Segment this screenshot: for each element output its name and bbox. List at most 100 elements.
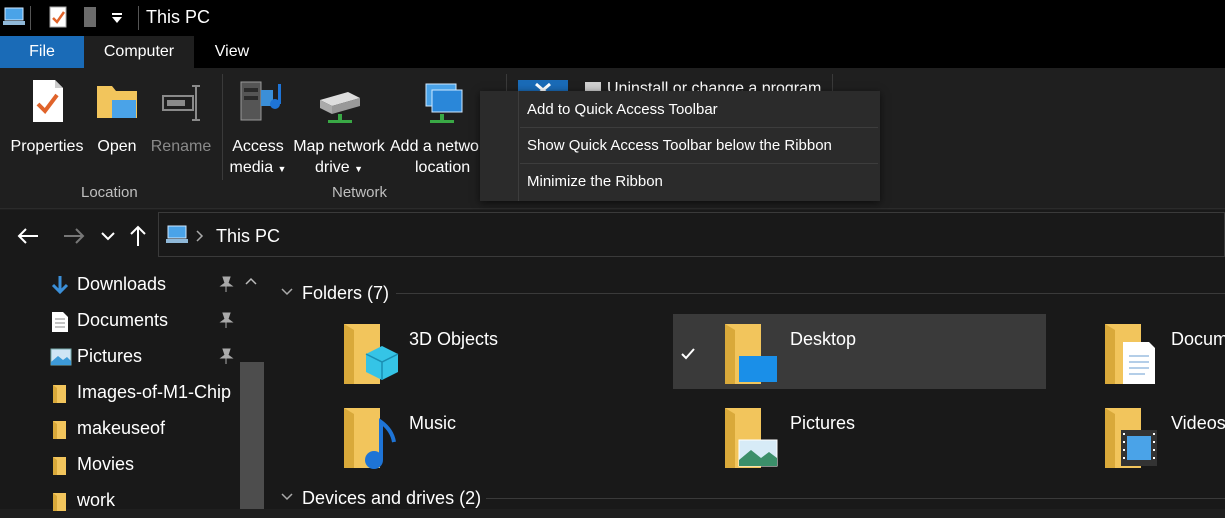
properties-icon[interactable]	[49, 6, 67, 28]
pictures-icon	[50, 348, 72, 366]
folder-tile-documents[interactable]: Docum	[1053, 314, 1225, 388]
folders-section-header[interactable]: Folders (7)	[302, 283, 389, 304]
tab-view[interactable]: View	[194, 36, 270, 68]
this-pc-icon	[166, 225, 188, 243]
group-divider	[222, 74, 223, 180]
add-network-location-button[interactable]: Add a netwo location	[390, 78, 482, 178]
chevron-down-icon[interactable]	[100, 230, 116, 242]
folder-name: Desktop	[790, 329, 857, 349]
rename-button[interactable]: Rename	[148, 78, 214, 157]
sidebar-item-images-of-m1-chip[interactable]: Images-of-M1-Chip	[0, 376, 240, 410]
navigation-pane: Downloads Documents Pictures Images-of-M…	[0, 260, 266, 511]
rename-label: Rename	[150, 138, 212, 155]
access-media-button[interactable]: Access media ▼	[226, 78, 290, 180]
sidebar-item-label: Downloads	[77, 274, 167, 294]
access-media-label-1: Access	[232, 138, 284, 155]
title-bar: This PC	[0, 0, 1225, 36]
folder-tile-videos[interactable]: Videos	[1053, 398, 1225, 472]
ribbon-tabs: File Computer View	[0, 36, 1225, 68]
folder-icon	[53, 493, 66, 511]
sidebar-item-label: Pictures	[77, 346, 143, 366]
folder-name: Pictures	[790, 413, 856, 433]
back-arrow-icon[interactable]	[16, 226, 40, 246]
folder-icon	[53, 385, 66, 403]
pin-icon[interactable]	[218, 311, 234, 329]
breadcrumb-chevron-icon[interactable]	[195, 229, 205, 243]
sidebar-item-label: Documents	[77, 310, 169, 330]
address-bar[interactable]: This PC	[158, 212, 1225, 257]
folder-tile-desktop[interactable]: Desktop	[673, 314, 1045, 388]
scroll-up-icon[interactable]	[244, 276, 258, 286]
sidebar-item-label: work	[77, 490, 116, 510]
breadcrumb-this-pc[interactable]: This PC	[216, 226, 280, 247]
this-pc-icon[interactable]	[2, 6, 26, 28]
menu-separator	[520, 163, 878, 164]
sidebar-item-makeuseof[interactable]: makeuseof	[0, 412, 240, 446]
download-arrow-icon	[51, 276, 69, 295]
open-folder-icon	[97, 86, 137, 118]
chevron-down-icon[interactable]	[280, 491, 294, 503]
new-folder-icon[interactable]	[83, 6, 97, 28]
folder-name: Videos	[1171, 413, 1225, 433]
sidebar-item-work[interactable]: work	[0, 484, 240, 518]
map-network-drive-label-1: Map network	[293, 138, 385, 155]
ribbon-context-menu: Add to Quick Access Toolbar Show Quick A…	[480, 91, 880, 201]
checkbox-icon[interactable]	[678, 344, 698, 364]
sidebar-item-label: Images-of-M1-Chip	[77, 382, 232, 402]
music-folder-icon	[344, 408, 396, 469]
folder-tile-music[interactable]: Music	[290, 398, 662, 472]
properties-icon	[33, 80, 63, 122]
documents-folder-icon	[1105, 324, 1155, 384]
sidebar-scrollbar-thumb[interactable]	[240, 362, 264, 509]
folder-name: 3D Objects	[409, 329, 499, 349]
3d-objects-folder-icon	[344, 324, 399, 384]
up-arrow-icon[interactable]	[128, 224, 148, 248]
divider	[138, 6, 139, 30]
chevron-down-icon[interactable]	[280, 286, 294, 298]
tab-computer[interactable]: Computer	[84, 36, 194, 68]
pictures-folder-icon	[725, 408, 778, 468]
folder-name: Docum	[1171, 329, 1225, 349]
map-network-drive-button[interactable]: Map network drive ▼	[290, 78, 388, 180]
videos-folder-icon	[1105, 408, 1157, 468]
properties-button[interactable]: Properties	[4, 78, 90, 157]
section-divider	[396, 293, 1225, 294]
menu-separator	[520, 127, 878, 128]
location-group-label: Location	[81, 184, 138, 201]
window-title: This PC	[146, 7, 211, 27]
tab-file[interactable]: File	[0, 36, 84, 68]
add-network-location-label-1: Add a netwo	[390, 138, 479, 155]
add-network-location-label-2: location	[415, 159, 471, 176]
menu-minimize-ribbon[interactable]: Minimize the Ribbon	[527, 173, 663, 190]
devices-section-header[interactable]: Devices and drives (2)	[302, 488, 481, 509]
dropdown-arrow-icon: ▼	[354, 164, 364, 174]
menu-show-qat-below-ribbon[interactable]: Show Quick Access Toolbar below the Ribb…	[527, 137, 832, 154]
sidebar-item-label: Movies	[77, 454, 135, 474]
desktop-folder-icon	[725, 324, 777, 384]
folder-tile-3d-objects[interactable]: 3D Objects	[290, 314, 662, 388]
network-location-icon	[425, 83, 463, 123]
rename-icon	[162, 85, 200, 121]
sidebar-item-movies[interactable]: Movies	[0, 448, 240, 482]
properties-label: Properties	[10, 138, 84, 155]
network-drive-icon	[320, 92, 360, 123]
forward-arrow-icon[interactable]	[62, 226, 86, 246]
sidebar-item-label: makeuseof	[77, 418, 166, 438]
pin-icon[interactable]	[218, 347, 234, 365]
folder-tile-pictures[interactable]: Pictures	[673, 398, 1045, 472]
access-media-icon	[240, 81, 281, 121]
folder-icon	[53, 457, 66, 475]
folder-name: Music	[409, 413, 457, 433]
menu-add-to-quick-access[interactable]: Add to Quick Access Toolbar	[527, 101, 718, 118]
sidebar-item-downloads[interactable]: Downloads	[0, 268, 257, 302]
access-media-label-2: media ▼	[229, 159, 287, 176]
open-label: Open	[97, 138, 137, 155]
sidebar-item-documents[interactable]: Documents	[0, 304, 240, 338]
divider	[30, 6, 31, 30]
customize-qat-icon[interactable]	[110, 12, 124, 24]
dropdown-arrow-icon: ▼	[277, 164, 287, 174]
menu-gutter	[480, 91, 519, 201]
pin-icon[interactable]	[218, 275, 234, 293]
open-button[interactable]: Open	[92, 78, 142, 157]
sidebar-item-pictures[interactable]: Pictures	[0, 340, 240, 374]
